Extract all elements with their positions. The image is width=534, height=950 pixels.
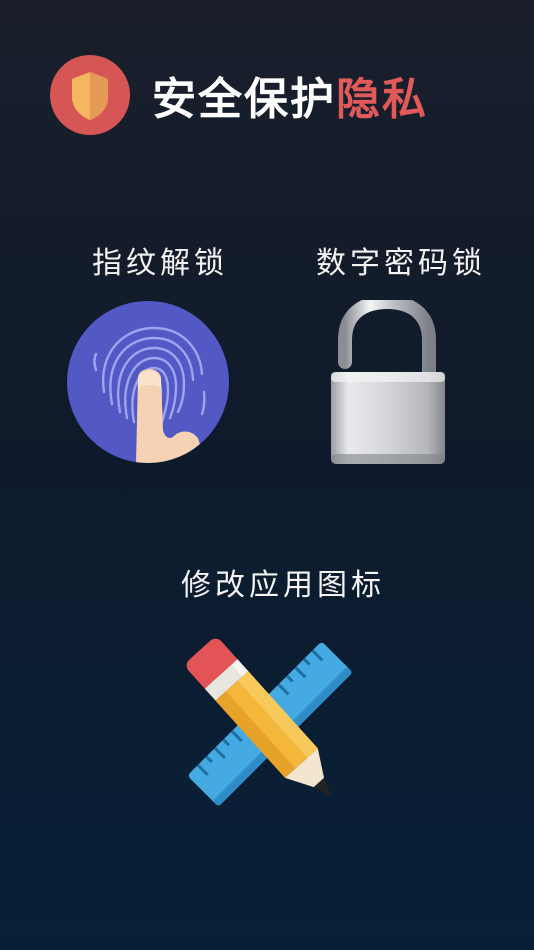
page-title: 安全保护隐私 xyxy=(152,63,428,127)
pencil-ruler-icon xyxy=(186,638,352,806)
padlock-icon xyxy=(331,294,445,464)
fingerprint-unlock-label[interactable]: 指纹解锁 xyxy=(92,238,228,282)
fingerprint-icon xyxy=(67,301,229,463)
change-app-icon-label[interactable]: 修改应用图标 xyxy=(181,560,385,604)
fingerprint-unlock-button[interactable] xyxy=(66,300,230,464)
pin-lock-label[interactable]: 数字密码锁 xyxy=(316,238,486,282)
title-accent: 隐私 xyxy=(336,74,428,125)
change-app-icon-button[interactable] xyxy=(182,628,357,823)
title-main: 安全保护 xyxy=(152,74,336,125)
shield-badge xyxy=(50,55,130,135)
shield-icon xyxy=(50,55,130,135)
app-header: 安全保护隐私 xyxy=(50,55,428,135)
pin-lock-button[interactable] xyxy=(325,294,450,468)
